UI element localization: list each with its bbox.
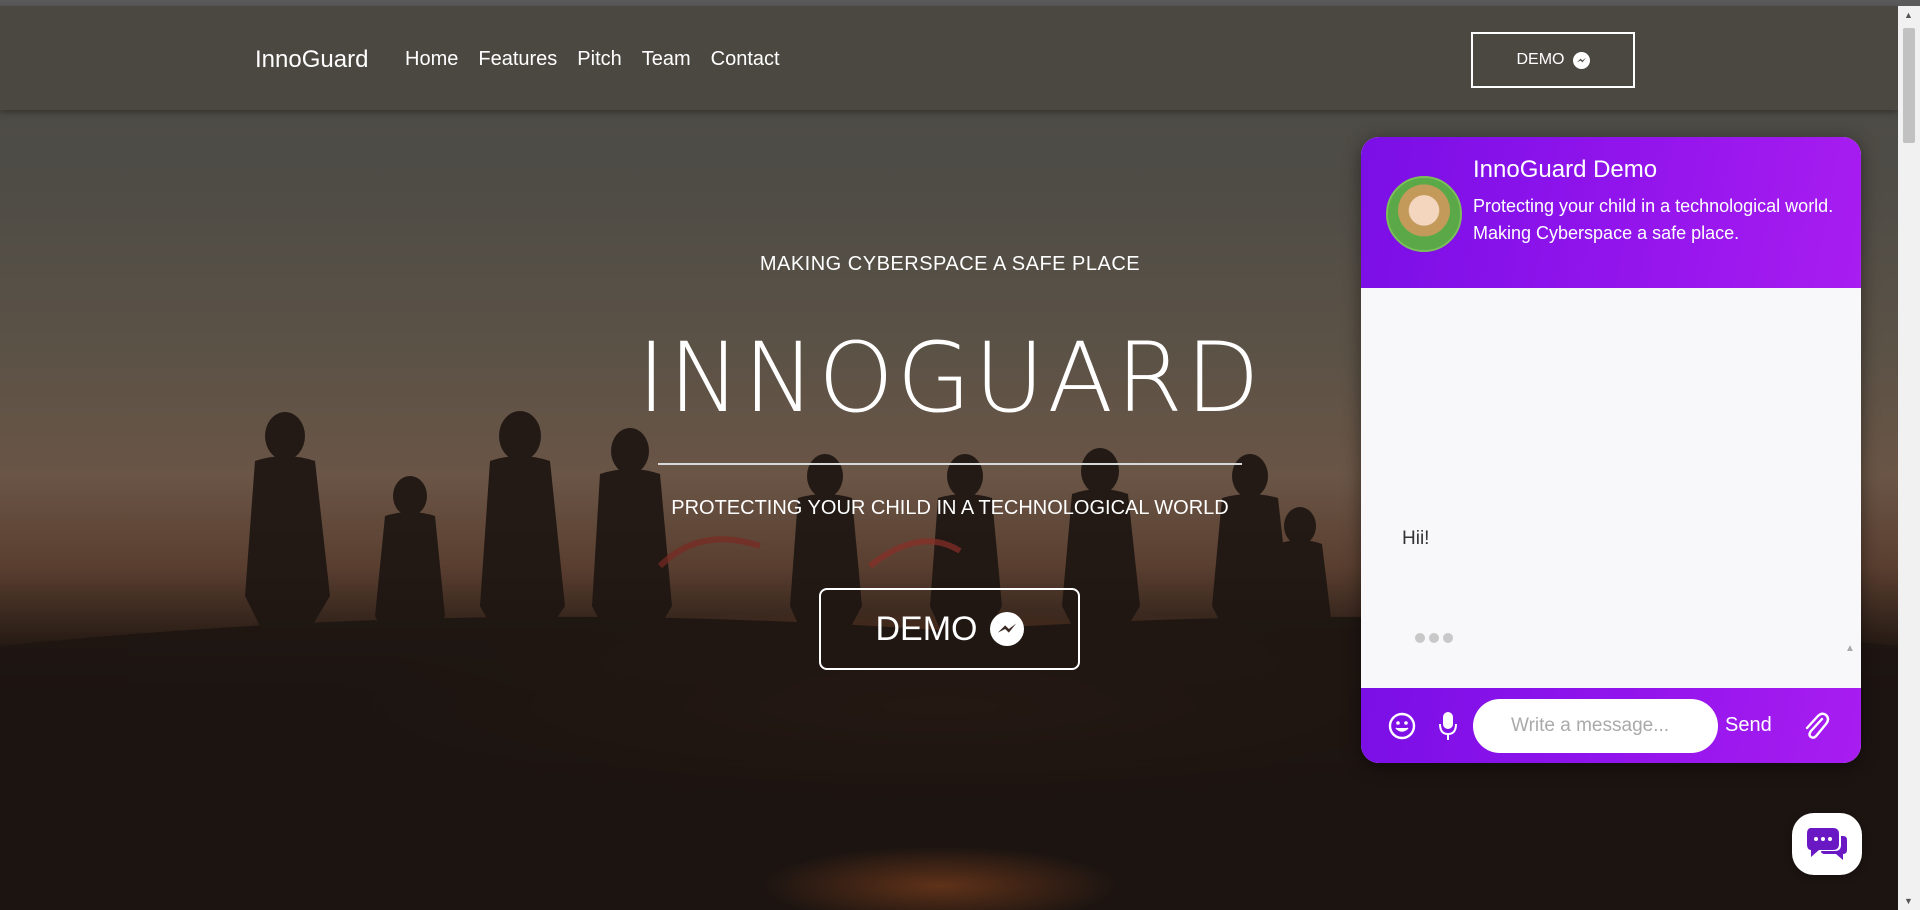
hero-title: INNOGUARD: [637, 322, 1263, 434]
chat-header: InnoGuard Demo Protecting your child in …: [1361, 137, 1861, 288]
chat-title: InnoGuard Demo: [1473, 156, 1658, 183]
chat-subtitle: Protecting your child in a technological…: [1473, 196, 1834, 243]
top-navbar: InnoGuard Home Features Pitch Team Conta…: [0, 6, 1898, 110]
scrollbar-thumb[interactable]: [1903, 28, 1915, 143]
nav-link-features[interactable]: Features: [478, 48, 557, 71]
message-input[interactable]: [1473, 699, 1718, 753]
hero-divider: [658, 463, 1242, 465]
messenger-icon: [1572, 51, 1590, 69]
background-glow: [760, 846, 1120, 910]
demo-hero-label: DEMO: [875, 609, 978, 648]
typing-indicator: [1415, 633, 1453, 643]
nav-link-home[interactable]: Home: [405, 48, 458, 71]
nav-link-contact[interactable]: Contact: [711, 48, 780, 71]
messenger-icon: [989, 612, 1024, 646]
microphone-icon[interactable]: [1437, 710, 1459, 742]
brand-logo-text[interactable]: InnoGuard: [255, 46, 368, 74]
demo-nav-button[interactable]: DEMO: [1471, 32, 1635, 88]
hero-tagline: PROTECTING YOUR CHILD IN A TECHNOLOGICAL…: [671, 497, 1229, 519]
chat-bubbles-icon: [1807, 828, 1847, 860]
nav-link-team[interactable]: Team: [642, 48, 691, 71]
scroll-down-arrow-icon[interactable]: ▼: [1904, 896, 1913, 906]
page-scrollbar[interactable]: ▲ ▼: [1898, 6, 1920, 910]
chat-messages[interactable]: Hii! ▲ ▼: [1361, 288, 1861, 688]
nav-link-pitch[interactable]: Pitch: [577, 48, 621, 71]
chat-composer: Send: [1361, 688, 1861, 763]
smiley-icon[interactable]: [1387, 711, 1417, 741]
demo-hero-button[interactable]: DEMO: [819, 588, 1080, 670]
bot-avatar: [1386, 176, 1462, 252]
hero-kicker: MAKING CYBERSPACE A SAFE PLACE: [759, 253, 1141, 275]
scroll-up-arrow-icon[interactable]: ▲: [1904, 10, 1913, 20]
nav-links: Home Features Pitch Team Contact: [405, 48, 780, 71]
chat-widget: InnoGuard Demo Protecting your child in …: [1361, 137, 1861, 763]
chat-launcher-button[interactable]: [1792, 813, 1862, 875]
chat-scroll-up-icon[interactable]: ▲: [1845, 643, 1855, 654]
chat-message: Hii!: [1402, 528, 1430, 549]
demo-nav-label: DEMO: [1516, 51, 1565, 68]
paperclip-icon[interactable]: [1800, 710, 1830, 742]
send-button[interactable]: Send: [1725, 714, 1772, 737]
